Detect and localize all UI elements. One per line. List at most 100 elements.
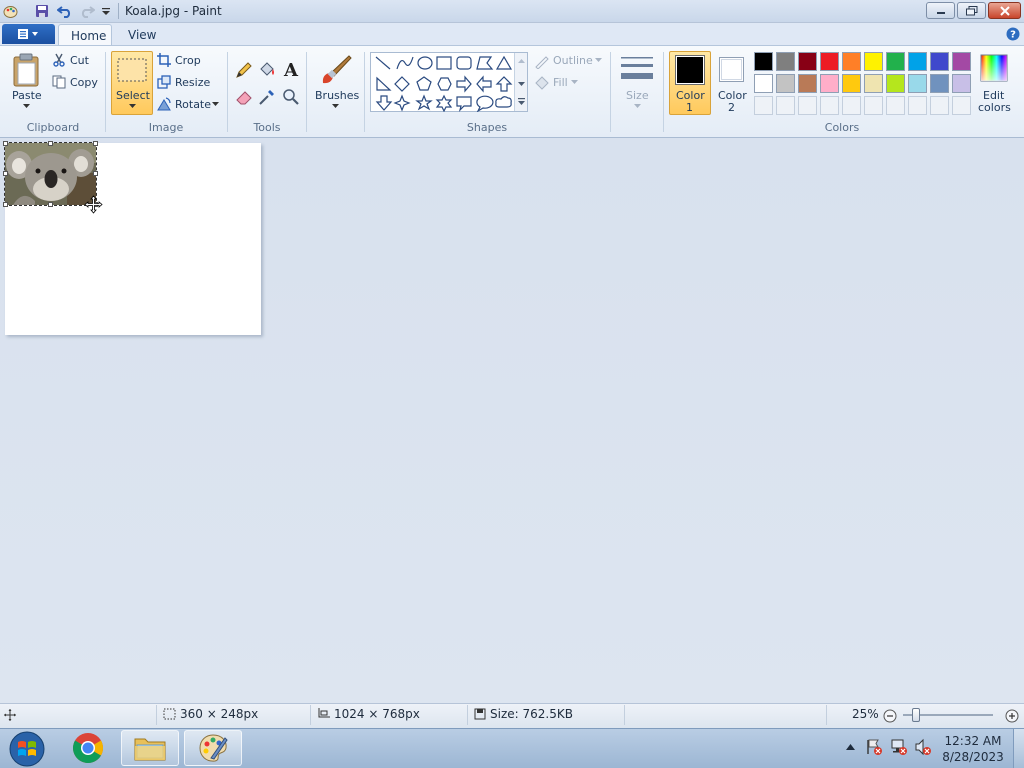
network-icon[interactable] bbox=[890, 738, 908, 756]
palette-swatch[interactable] bbox=[842, 52, 861, 71]
explorer-taskbar-button[interactable] bbox=[121, 730, 179, 766]
fill-label[interactable]: Fill bbox=[553, 76, 568, 89]
resize-handle-top-right[interactable] bbox=[93, 141, 98, 146]
eraser-icon[interactable] bbox=[234, 87, 254, 107]
palette-swatch[interactable] bbox=[864, 52, 883, 71]
palette-swatch[interactable] bbox=[776, 52, 795, 71]
save-icon[interactable] bbox=[34, 3, 50, 19]
paint-menu-button[interactable] bbox=[2, 24, 55, 44]
custom-color-slot[interactable] bbox=[908, 96, 927, 115]
palette-swatch[interactable] bbox=[952, 52, 971, 71]
resize-handle-right[interactable] bbox=[93, 171, 98, 176]
custom-color-slot[interactable] bbox=[820, 96, 839, 115]
outline-label[interactable]: Outline bbox=[553, 54, 593, 67]
edit-colors-icon[interactable] bbox=[980, 53, 1008, 83]
paint-taskbar-button[interactable] bbox=[184, 730, 242, 766]
zoom-slider-thumb[interactable] bbox=[912, 708, 920, 722]
paste-icon[interactable] bbox=[10, 52, 42, 88]
tab-home[interactable]: Home bbox=[58, 24, 112, 46]
help-icon[interactable]: ? bbox=[1005, 26, 1020, 41]
resize-handle-left[interactable] bbox=[3, 171, 8, 176]
palette-swatch[interactable] bbox=[798, 52, 817, 71]
brushes-icon[interactable] bbox=[318, 52, 354, 88]
resize-label[interactable]: Resize bbox=[175, 76, 210, 89]
palette-swatch[interactable] bbox=[754, 52, 773, 71]
crop-label[interactable]: Crop bbox=[175, 54, 201, 67]
close-button[interactable] bbox=[988, 2, 1021, 19]
palette-swatch[interactable] bbox=[798, 74, 817, 93]
brushes-dropdown-chevron-icon[interactable] bbox=[331, 103, 339, 109]
size-icon[interactable] bbox=[619, 53, 655, 85]
copy-icon[interactable] bbox=[52, 75, 66, 89]
palette-swatch[interactable] bbox=[842, 74, 861, 93]
rotate-icon[interactable] bbox=[157, 97, 171, 111]
custom-color-slot[interactable] bbox=[776, 96, 795, 115]
palette-swatch[interactable] bbox=[952, 74, 971, 93]
zoom-out-button[interactable] bbox=[882, 708, 897, 723]
palette-swatch[interactable] bbox=[908, 52, 927, 71]
shapes-gallery[interactable] bbox=[370, 52, 528, 112]
palette-swatch[interactable] bbox=[908, 74, 927, 93]
koala-image-selection[interactable] bbox=[4, 142, 97, 206]
custom-color-slot[interactable] bbox=[886, 96, 905, 115]
customize-qat-chevron-icon[interactable] bbox=[98, 3, 114, 19]
rotate-label[interactable]: Rotate bbox=[175, 98, 211, 111]
undo-icon[interactable] bbox=[57, 3, 73, 19]
custom-color-slot[interactable] bbox=[754, 96, 773, 115]
size-label[interactable]: Size bbox=[626, 89, 649, 102]
palette-swatch[interactable] bbox=[886, 52, 905, 71]
color2-swatch[interactable] bbox=[719, 57, 744, 82]
volume-muted-icon[interactable] bbox=[914, 738, 932, 756]
restore-button[interactable] bbox=[957, 2, 986, 19]
fill-bucket-icon[interactable] bbox=[257, 60, 277, 80]
palette-swatch[interactable] bbox=[864, 74, 883, 93]
resize-handle-bottom-left[interactable] bbox=[3, 202, 8, 207]
color-picker-icon[interactable] bbox=[257, 87, 277, 107]
minimize-button[interactable] bbox=[926, 2, 955, 19]
magnifier-icon[interactable] bbox=[281, 87, 301, 107]
palette-swatch[interactable] bbox=[930, 52, 949, 71]
resize-handle-bottom[interactable] bbox=[48, 202, 53, 207]
fill-dropdown-chevron-icon[interactable] bbox=[571, 79, 578, 84]
palette-swatch[interactable] bbox=[820, 74, 839, 93]
custom-color-slot[interactable] bbox=[952, 96, 971, 115]
color2-number[interactable]: 2 bbox=[728, 101, 735, 114]
action-center-flag-icon[interactable] bbox=[865, 738, 883, 756]
custom-color-slot[interactable] bbox=[842, 96, 861, 115]
copy-label[interactable]: Copy bbox=[70, 76, 98, 89]
start-button[interactable] bbox=[8, 730, 46, 767]
palette-swatch[interactable] bbox=[776, 74, 795, 93]
resize-handle-top-left[interactable] bbox=[3, 141, 8, 146]
fill-icon[interactable] bbox=[534, 75, 550, 91]
tab-view[interactable]: View bbox=[116, 24, 168, 46]
size-dropdown-chevron-icon[interactable] bbox=[633, 103, 641, 109]
edit-colors-label-2[interactable]: colors bbox=[978, 101, 1011, 114]
palette-swatch[interactable] bbox=[886, 74, 905, 93]
zoom-in-button[interactable] bbox=[1004, 708, 1019, 723]
show-hidden-icons-chevron-icon[interactable] bbox=[845, 742, 855, 752]
shapes-scrollbar[interactable] bbox=[514, 53, 527, 111]
cut-icon[interactable] bbox=[52, 53, 66, 67]
paste-label[interactable]: Paste bbox=[12, 89, 42, 102]
crop-icon[interactable] bbox=[157, 53, 171, 67]
resize-icon[interactable] bbox=[157, 75, 171, 89]
palette-swatch[interactable] bbox=[820, 52, 839, 71]
brushes-label[interactable]: Brushes bbox=[315, 89, 359, 102]
outline-icon[interactable] bbox=[534, 53, 550, 69]
show-desktop-button[interactable] bbox=[1013, 729, 1024, 768]
rotate-dropdown-chevron-icon[interactable] bbox=[211, 101, 219, 107]
chrome-taskbar-button[interactable] bbox=[59, 730, 117, 766]
text-tool-icon[interactable]: A bbox=[281, 60, 301, 81]
paint-app-icon[interactable] bbox=[2, 3, 18, 19]
outline-dropdown-chevron-icon[interactable] bbox=[595, 57, 602, 62]
redo-icon[interactable] bbox=[79, 3, 95, 19]
paste-dropdown-chevron-icon[interactable] bbox=[22, 103, 30, 109]
custom-color-slot[interactable] bbox=[798, 96, 817, 115]
palette-swatch[interactable] bbox=[754, 74, 773, 93]
cut-label[interactable]: Cut bbox=[70, 54, 89, 67]
select-dropdown-chevron-icon[interactable] bbox=[128, 103, 136, 109]
pencil-icon[interactable] bbox=[234, 60, 254, 80]
custom-color-slot[interactable] bbox=[864, 96, 883, 115]
palette-swatch[interactable] bbox=[930, 74, 949, 93]
clock[interactable]: 12:32 AM 8/28/2023 bbox=[938, 733, 1008, 765]
